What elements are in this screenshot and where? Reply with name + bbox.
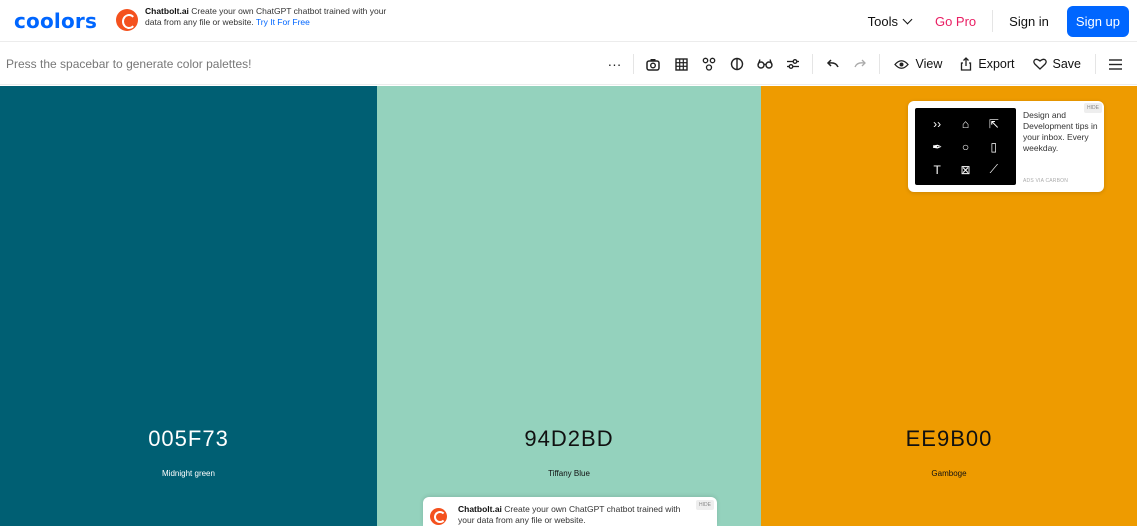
save-button[interactable]: Save <box>1024 57 1091 71</box>
export-label: Export <box>978 57 1015 71</box>
export-button[interactable]: Export <box>951 57 1023 71</box>
redo-icon[interactable] <box>846 52 874 76</box>
contrast-icon[interactable] <box>723 52 751 76</box>
eye-icon <box>894 59 910 69</box>
adjust-icon[interactable] <box>779 52 807 76</box>
view-button[interactable]: View <box>885 57 951 71</box>
toolbar-divider <box>633 54 635 74</box>
header-ad-brand: Chatbolt.ai <box>145 6 189 16</box>
color-swatch[interactable]: 94D2BD Tiffany Blue <box>377 86 761 526</box>
palette-toolbar: Press the spacebar to generate color pal… <box>0 43 1137 85</box>
chatbolt-logo-icon <box>430 508 447 525</box>
color-hex[interactable]: 005F73 <box>0 426 377 452</box>
carbon-ad[interactable]: ›› ⌂ ⇱ ✒ ○ ▯ T ⊠ ⟋ Design and Developmen… <box>908 101 1104 192</box>
color-hex[interactable]: 94D2BD <box>377 426 761 452</box>
color-name: Midnight green <box>162 469 215 478</box>
header-ad-text: Chatbolt.ai Create your own ChatGPT chat… <box>145 6 395 28</box>
chevron-down-icon <box>902 14 913 24</box>
home-icon: ⌂ <box>961 116 970 131</box>
chatbolt-logo-icon <box>116 9 138 31</box>
cursor-plus-icon: ⇱ <box>988 116 999 131</box>
more-icon[interactable]: ··· <box>600 52 628 76</box>
heart-icon <box>1032 58 1047 70</box>
carbon-ad-text: Design and Development tips in your inbo… <box>1023 110 1098 153</box>
toolbar-divider <box>879 54 881 74</box>
color-name: Gamboge <box>931 469 967 478</box>
view-label: View <box>915 57 943 71</box>
header-ad[interactable]: Chatbolt.ai Create your own ChatGPT chat… <box>116 6 395 31</box>
bottom-ad[interactable]: Chatbolt.ai Create your own ChatGPT chat… <box>423 497 717 526</box>
color-hex[interactable]: EE9B00 <box>761 426 1137 452</box>
toolbar-divider <box>812 54 814 74</box>
bottom-ad-text: Chatbolt.ai Create your own ChatGPT chat… <box>458 504 688 526</box>
header-ad-cta[interactable]: Try It For Free <box>256 17 310 27</box>
color-name: Tiffany Blue <box>548 469 590 478</box>
toolbar-tools: ··· View Export Save <box>600 52 1129 76</box>
share-icon <box>961 57 972 71</box>
file-icon: ▯ <box>990 139 998 154</box>
sign-up-button[interactable]: Sign up <box>1066 5 1129 37</box>
carbon-ad-image: ›› ⌂ ⇱ ✒ ○ ▯ T ⊠ ⟋ <box>915 108 1016 185</box>
generate-hint: Press the spacebar to generate color pal… <box>6 57 252 71</box>
carbon-hide-button[interactable]: HIDE <box>1084 103 1102 113</box>
bottom-ad-hide-button[interactable]: HIDE <box>696 500 714 510</box>
coolors-logo[interactable]: coolors <box>14 9 97 33</box>
pen-icon: ✒ <box>932 139 943 154</box>
angle-icon: ⟋ <box>989 162 999 176</box>
sign-in-link[interactable]: Sign in <box>997 14 1061 29</box>
go-pro-link[interactable]: Go Pro <box>923 14 988 29</box>
carbon-ad-via[interactable]: ADS VIA CARBON <box>1023 178 1068 184</box>
camera-icon[interactable] <box>639 52 667 76</box>
chevrons-icon: ›› <box>933 116 942 131</box>
toolbar-divider <box>1095 54 1096 74</box>
undo-icon[interactable] <box>818 52 846 76</box>
lasso-icon: ○ <box>961 139 970 154</box>
tools-menu[interactable]: Tools <box>856 14 923 29</box>
glasses-icon[interactable] <box>751 52 779 76</box>
tools-label: Tools <box>867 13 898 29</box>
frame-icon: ⊠ <box>960 162 971 177</box>
color-swatch[interactable]: 005F73 Midnight green <box>0 86 377 526</box>
bottom-ad-brand: Chatbolt.ai <box>458 504 502 514</box>
save-label: Save <box>1052 57 1082 71</box>
layout-icon[interactable] <box>695 52 723 76</box>
header-nav: Tools Go Pro Sign in Sign up <box>856 5 1129 37</box>
top-header: coolors Chatbolt.ai Create your own Chat… <box>0 0 1137 42</box>
nav-divider <box>992 10 994 32</box>
grid-icon[interactable] <box>667 52 695 76</box>
text-icon: T <box>933 162 941 177</box>
hamburger-menu-icon[interactable] <box>1101 52 1129 76</box>
